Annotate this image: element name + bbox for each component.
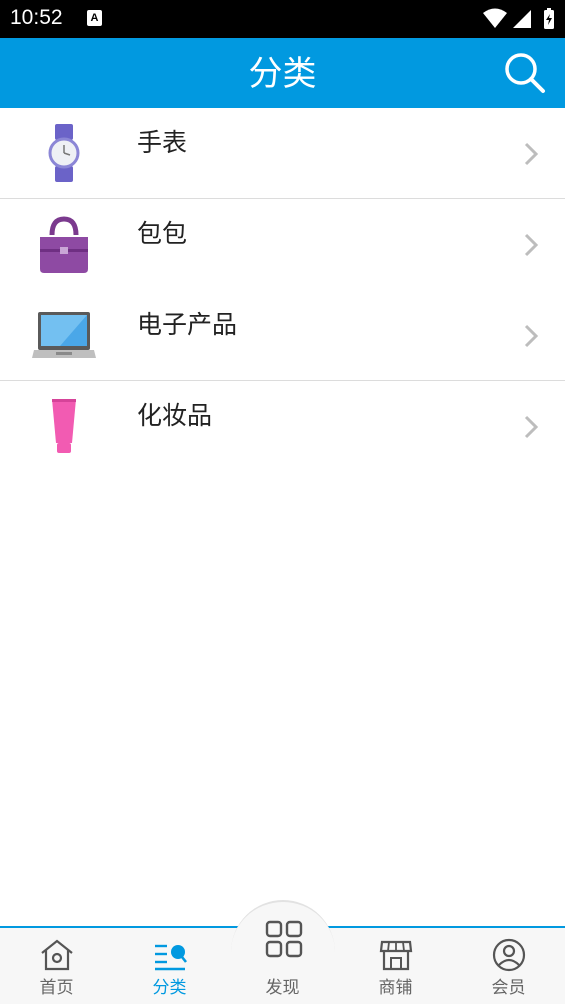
discover-grid-icon [265,920,303,958]
chevron-right-icon [524,415,539,439]
tab-member[interactable]: 会员 [452,928,565,1004]
category-label: 手表 [137,128,188,157]
home-icon [40,939,73,971]
handbag-icon [40,216,88,273]
cosmetics-tube-icon [52,399,76,453]
wifi-icon [483,8,507,28]
app-bar: 分类 [0,38,565,108]
search-icon [505,53,545,93]
category-item-bags[interactable]: 包包 [0,199,565,290]
category-icon [154,944,187,971]
category-item-watch[interactable]: 手表 [0,108,565,199]
category-label: 化妆品 [137,401,213,430]
status-icons [483,8,554,29]
tab-label: 分类 [152,978,187,998]
tab-label: 会员 [491,978,526,998]
category-item-cosmetics[interactable]: 化妆品 [0,381,565,472]
status-time: 10:52 [10,6,63,29]
tab-store[interactable]: 商铺 [339,928,452,1004]
page-title: 分类 [248,54,317,94]
category-label: 电子产品 [137,310,238,339]
category-item-electronics[interactable]: 电子产品 [0,290,565,381]
tab-label: 发现 [265,978,300,998]
tab-discover[interactable]: 发现 [226,900,339,1004]
tab-label: 首页 [39,978,74,998]
member-icon [492,938,525,972]
chevron-right-icon [524,324,539,348]
search-button[interactable] [503,51,547,95]
tab-home[interactable]: 首页 [0,928,113,1004]
category-list: 手表 包包 电子产品 化妆品 [0,108,565,472]
laptop-icon [32,312,96,358]
chevron-right-icon [524,233,539,257]
tab-category[interactable]: 分类 [113,928,226,1004]
status-bar: 10:52 A [0,0,565,38]
tab-label: 商铺 [378,978,413,998]
category-label: 包包 [137,219,188,248]
signal-icon [513,10,531,28]
store-icon [379,940,412,971]
notification-icon: A [87,10,102,26]
chevron-right-icon [524,142,539,166]
watch-icon [48,124,80,182]
